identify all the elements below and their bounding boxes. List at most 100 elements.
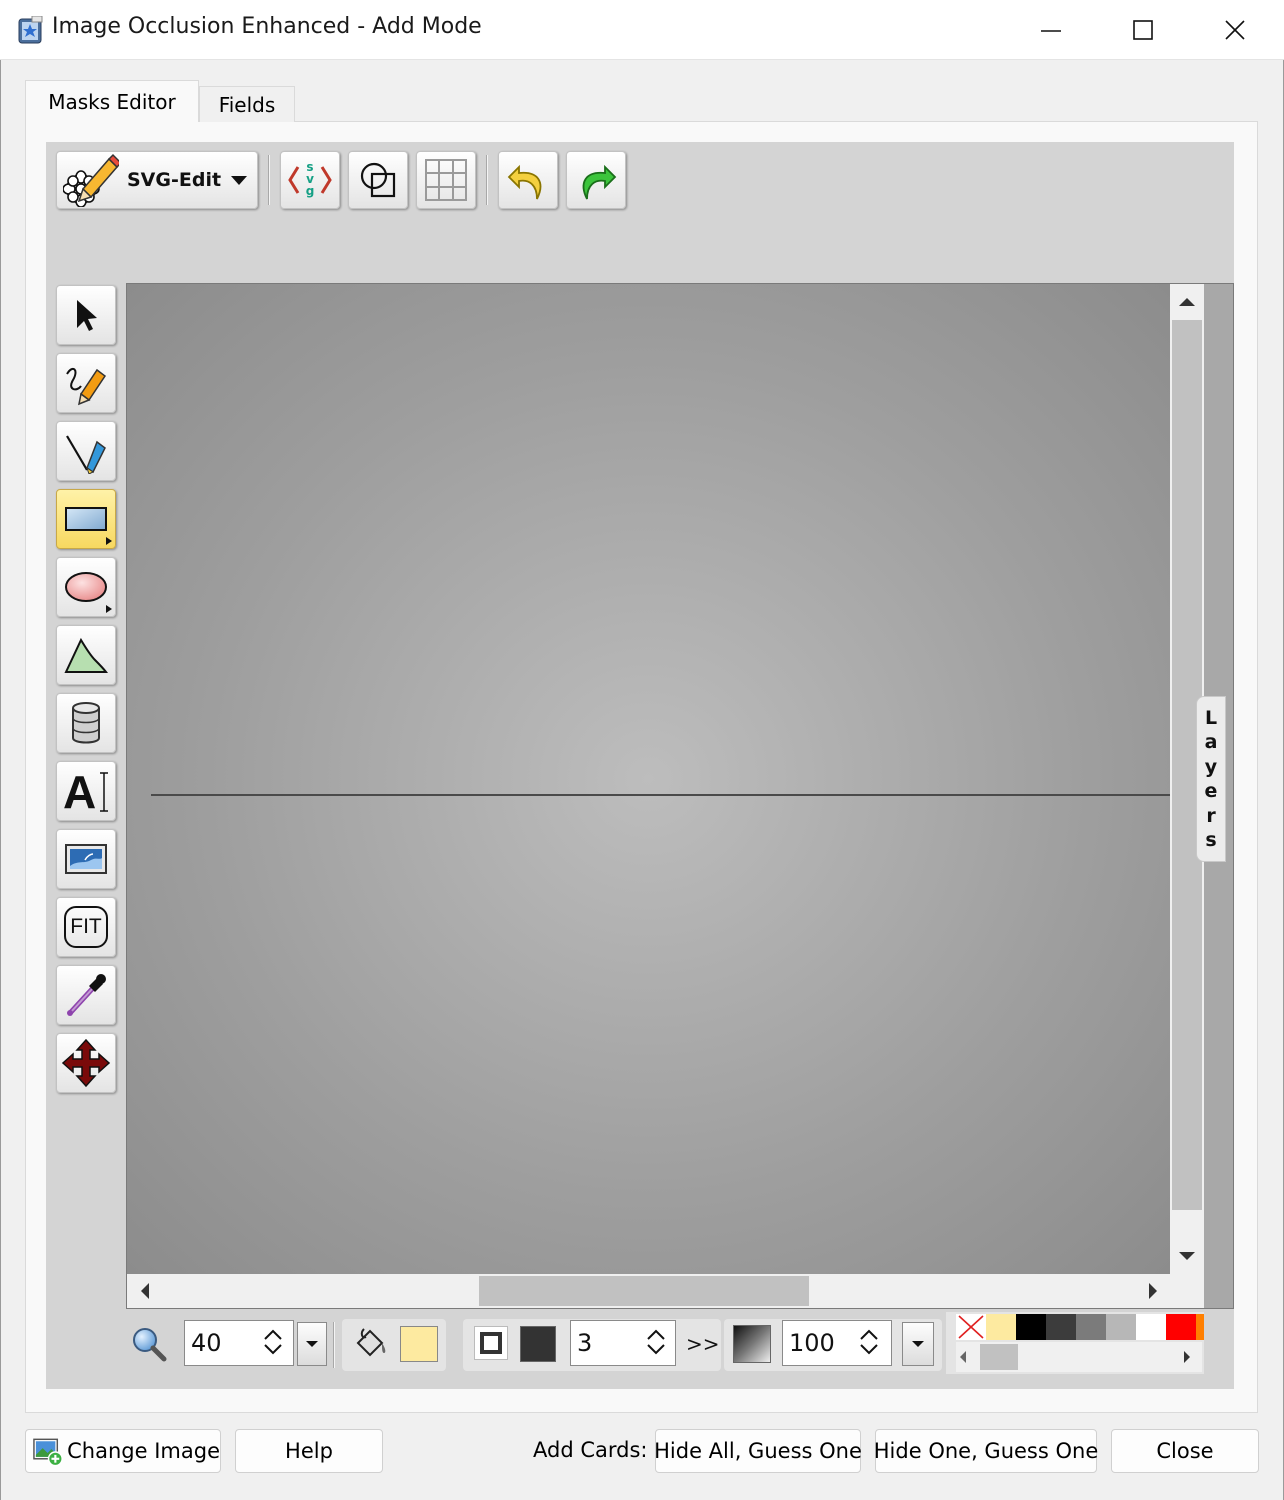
stroke-square-icon — [480, 1332, 502, 1354]
ellipse-icon — [65, 572, 107, 602]
canvas-guide-line — [151, 794, 1170, 796]
line-tool[interactable] — [56, 421, 116, 481]
drawing-canvas[interactable] — [127, 284, 1170, 1274]
close-button[interactable]: Close — [1111, 1429, 1259, 1473]
chevron-right-icon — [1184, 1351, 1190, 1363]
ellipse-tool[interactable] — [56, 557, 116, 617]
undo-button[interactable] — [498, 151, 558, 209]
layers-letter: r — [1206, 804, 1216, 827]
zoom-icon — [130, 1325, 168, 1367]
window-title: Image Occlusion Enhanced - Add Mode — [52, 14, 482, 39]
tab-masks-editor[interactable]: Masks Editor — [25, 80, 199, 122]
rectangle-tool[interactable] — [56, 489, 116, 549]
minimize-button[interactable] — [1005, 0, 1097, 60]
fill-color-swatch[interactable] — [400, 1326, 438, 1362]
scroll-right-button[interactable] — [1146, 1281, 1160, 1305]
palette-scroll-left[interactable] — [958, 1349, 968, 1369]
opacity-value: 100 — [789, 1329, 835, 1357]
text-tool[interactable]: A — [56, 761, 116, 821]
hide-all-guess-one-button[interactable]: Hide All, Guess One — [654, 1429, 862, 1473]
palette-swatch[interactable] — [1046, 1314, 1076, 1340]
zoom-spinner[interactable] — [262, 1327, 284, 1361]
pan-tool[interactable] — [56, 1033, 116, 1093]
svg-source-icon: s v g — [288, 160, 332, 198]
toolbar-separator — [333, 1322, 335, 1368]
close-window-button[interactable] — [1189, 0, 1281, 60]
zoom-value: 40 — [191, 1329, 222, 1357]
layers-panel-toggle[interactable]: L a y e r s — [1196, 696, 1226, 862]
zoom-dropdown[interactable] — [297, 1322, 327, 1366]
move-arrows-icon — [61, 1038, 111, 1088]
stroke-width-value: 3 — [577, 1329, 593, 1357]
minimize-icon — [1041, 30, 1061, 32]
svg-source-button[interactable]: s v g — [280, 151, 340, 209]
stroke-color-swatch[interactable] — [520, 1326, 556, 1362]
chevron-left-icon — [141, 1283, 149, 1299]
eyedropper-tool[interactable] — [56, 965, 116, 1025]
close-icon — [1225, 20, 1245, 40]
wireframe-button[interactable] — [348, 151, 408, 209]
app-icon — [18, 15, 44, 44]
chevron-left-icon — [960, 1351, 966, 1363]
palette-scroll-right[interactable] — [1182, 1349, 1192, 1369]
flyout-arrow-icon — [106, 537, 112, 545]
opacity-icon — [733, 1325, 771, 1363]
path-tool[interactable] — [56, 625, 116, 685]
layers-letter: a — [1204, 731, 1218, 753]
chevron-down-icon — [912, 1341, 924, 1347]
palette-swatch[interactable] — [1196, 1314, 1204, 1340]
chevron-up-icon — [1179, 298, 1195, 306]
palette-swatch[interactable] — [1166, 1314, 1196, 1340]
eyedropper-icon — [67, 974, 106, 1016]
rectangle-icon — [65, 507, 107, 531]
fit-tool[interactable]: FIT — [56, 897, 116, 957]
layers-letter: s — [1205, 829, 1217, 851]
palette-swatch[interactable] — [1106, 1314, 1136, 1340]
grid-icon — [425, 159, 467, 201]
add-image-icon — [33, 1438, 63, 1467]
pencil-tool[interactable] — [56, 353, 116, 413]
palette-scrollbar-thumb[interactable] — [980, 1344, 1018, 1370]
tab-fields[interactable]: Fields — [199, 86, 295, 122]
layers-letter: e — [1204, 780, 1218, 802]
palette-swatch[interactable] — [1136, 1314, 1166, 1340]
scroll-left-button[interactable] — [138, 1281, 152, 1305]
spinner-arrows-icon — [860, 1329, 878, 1355]
palette-swatch-none[interactable] — [956, 1314, 986, 1340]
horizontal-scrollbar-thumb[interactable] — [479, 1276, 809, 1306]
layers-letter: y — [1204, 755, 1218, 778]
select-tool[interactable] — [56, 285, 116, 345]
cylinder-icon — [72, 702, 100, 744]
chevron-down-icon — [306, 1341, 318, 1347]
scroll-down-button[interactable] — [1177, 1248, 1197, 1267]
pointer-arrow-icon — [77, 300, 97, 331]
change-image-button[interactable]: Change Image — [25, 1429, 221, 1473]
maximize-button[interactable] — [1097, 0, 1189, 60]
line-pen-icon — [66, 435, 106, 474]
grid-button[interactable] — [416, 151, 476, 209]
image-tool[interactable] — [56, 829, 116, 889]
path-icon — [64, 637, 109, 673]
palette-swatch[interactable] — [986, 1314, 1016, 1340]
chevron-right-icon — [1149, 1283, 1157, 1299]
freehand-pencil-icon — [66, 367, 107, 406]
flyout-arrow-icon — [106, 605, 112, 613]
change-image-label: Change Image — [67, 1439, 220, 1463]
shape-library-tool[interactable] — [56, 693, 116, 753]
opacity-dropdown[interactable] — [902, 1322, 934, 1366]
svg-edit-menu-button[interactable]: SVG-Edit — [56, 151, 258, 209]
help-button[interactable]: Help — [235, 1429, 383, 1473]
image-icon — [65, 844, 107, 874]
stroke-width-spinner[interactable] — [645, 1327, 667, 1361]
more-stroke-options[interactable]: >> — [686, 1332, 720, 1356]
palette-swatch[interactable] — [1076, 1314, 1106, 1340]
redo-button[interactable] — [566, 151, 626, 209]
window-border — [0, 60, 1, 1500]
scroll-up-button[interactable] — [1177, 294, 1197, 313]
svg-edit-menu-label: SVG-Edit — [127, 169, 222, 191]
fit-label: FIT — [70, 915, 102, 938]
palette-swatch[interactable] — [1016, 1314, 1046, 1340]
opacity-spinner[interactable] — [858, 1327, 880, 1361]
stroke-style-button[interactable] — [474, 1326, 508, 1360]
hide-one-guess-one-button[interactable]: Hide One, Guess One — [874, 1429, 1098, 1473]
